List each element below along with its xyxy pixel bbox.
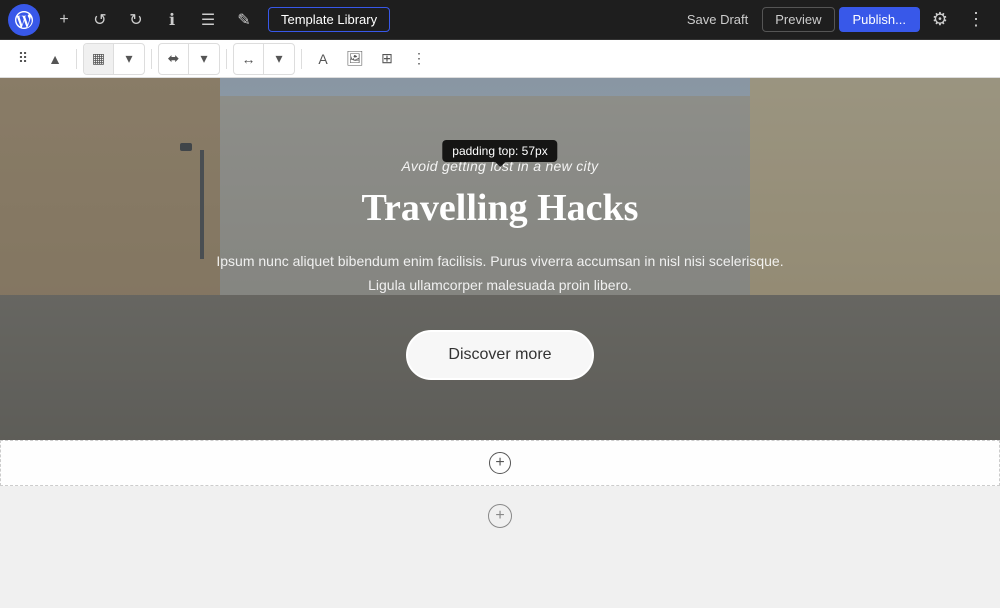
edit-icon: ✎ — [237, 10, 250, 30]
chevron-down-icon: ▾ — [125, 50, 132, 67]
info-button[interactable]: ℹ — [156, 4, 188, 36]
drag-icon: ⠿ — [18, 50, 28, 67]
redo-button[interactable]: ↻ — [120, 4, 152, 36]
more-icon: ⋮ — [967, 9, 985, 30]
edit-button[interactable]: ✎ — [228, 4, 260, 36]
block-view-group: ▦ ▾ — [83, 43, 145, 75]
add-block-row[interactable]: + — [0, 440, 1000, 486]
align-icon: ⬌ — [168, 50, 180, 67]
bottom-add-button[interactable]: + — [488, 504, 512, 528]
wide-button[interactable]: ↔ — [234, 44, 264, 74]
wp-logo-icon — [15, 11, 33, 29]
image-button[interactable]: 🖼 — [340, 44, 370, 74]
settings-icon: ⚙ — [932, 9, 948, 30]
separator — [76, 49, 77, 69]
separator4 — [301, 49, 302, 69]
hero-content: Avoid getting lost in a new city Travell… — [0, 78, 1000, 440]
separator3 — [226, 49, 227, 69]
wide-icon: ↔ — [242, 51, 256, 67]
add-block-button[interactable]: + — [48, 4, 80, 36]
second-toolbar: ⠿ ▲ ▦ ▾ ⬌ ▾ ↔ ▾ A 🖼 ⊞ ⋮ — [0, 40, 1000, 78]
color-icon: A — [318, 51, 327, 67]
add-block-icon[interactable]: + — [489, 452, 511, 474]
bottom-area: + — [0, 486, 1000, 546]
info-icon: ℹ — [169, 10, 175, 30]
publish-button[interactable]: Publish... — [839, 7, 920, 32]
block-view-icon: ▦ — [92, 50, 105, 67]
align-chevron-icon: ▾ — [200, 50, 207, 67]
block-type-icon: ⊞ — [381, 50, 393, 67]
block-view-dropdown[interactable]: ▾ — [114, 44, 144, 74]
list-view-button[interactable]: ☰ — [192, 4, 224, 36]
color-button[interactable]: A — [308, 44, 338, 74]
template-library-button[interactable]: Template Library — [268, 7, 390, 32]
hero-section[interactable]: Avoid getting lost in a new city Travell… — [0, 78, 1000, 440]
block-view-button[interactable]: ▦ — [84, 44, 114, 74]
undo-icon: ↺ — [93, 10, 106, 30]
main-area: padding top: 57px Avoid getting lost in … — [0, 78, 1000, 608]
wide-group: ↔ ▾ — [233, 43, 295, 75]
save-draft-button[interactable]: Save Draft — [677, 8, 758, 31]
more-options-button[interactable]: ⋮ — [960, 4, 992, 36]
select-parent-button[interactable]: ▲ — [40, 44, 70, 74]
discover-more-button[interactable]: Discover more — [406, 330, 593, 380]
block-type-button[interactable]: ⊞ — [372, 44, 402, 74]
align-button[interactable]: ⬌ — [159, 44, 189, 74]
image-icon: 🖼 — [346, 50, 364, 67]
arrow-up-icon: ▲ — [48, 51, 62, 67]
redo-icon: ↻ — [129, 10, 142, 30]
hero-title: Travelling Hacks — [40, 186, 960, 230]
wide-chevron-icon: ▾ — [275, 50, 282, 67]
preview-button[interactable]: Preview — [762, 7, 834, 32]
wide-dropdown[interactable]: ▾ — [264, 44, 294, 74]
settings-button[interactable]: ⚙ — [924, 4, 956, 36]
more-toolbar-icon: ⋮ — [412, 50, 426, 67]
align-dropdown[interactable]: ▾ — [189, 44, 219, 74]
wp-logo[interactable] — [8, 4, 40, 36]
undo-button[interactable]: ↺ — [84, 4, 116, 36]
hero-subtitle: Avoid getting lost in a new city — [40, 158, 960, 174]
more-toolbar-button[interactable]: ⋮ — [404, 44, 434, 74]
list-icon: ☰ — [201, 10, 215, 30]
drag-handle-button[interactable]: ⠿ — [8, 44, 38, 74]
hero-body: Ipsum nunc aliquet bibendum enim facilis… — [210, 250, 790, 298]
top-toolbar: + ↺ ↻ ℹ ☰ ✎ Template Library Save Draft … — [0, 0, 1000, 40]
separator2 — [151, 49, 152, 69]
align-group: ⬌ ▾ — [158, 43, 220, 75]
